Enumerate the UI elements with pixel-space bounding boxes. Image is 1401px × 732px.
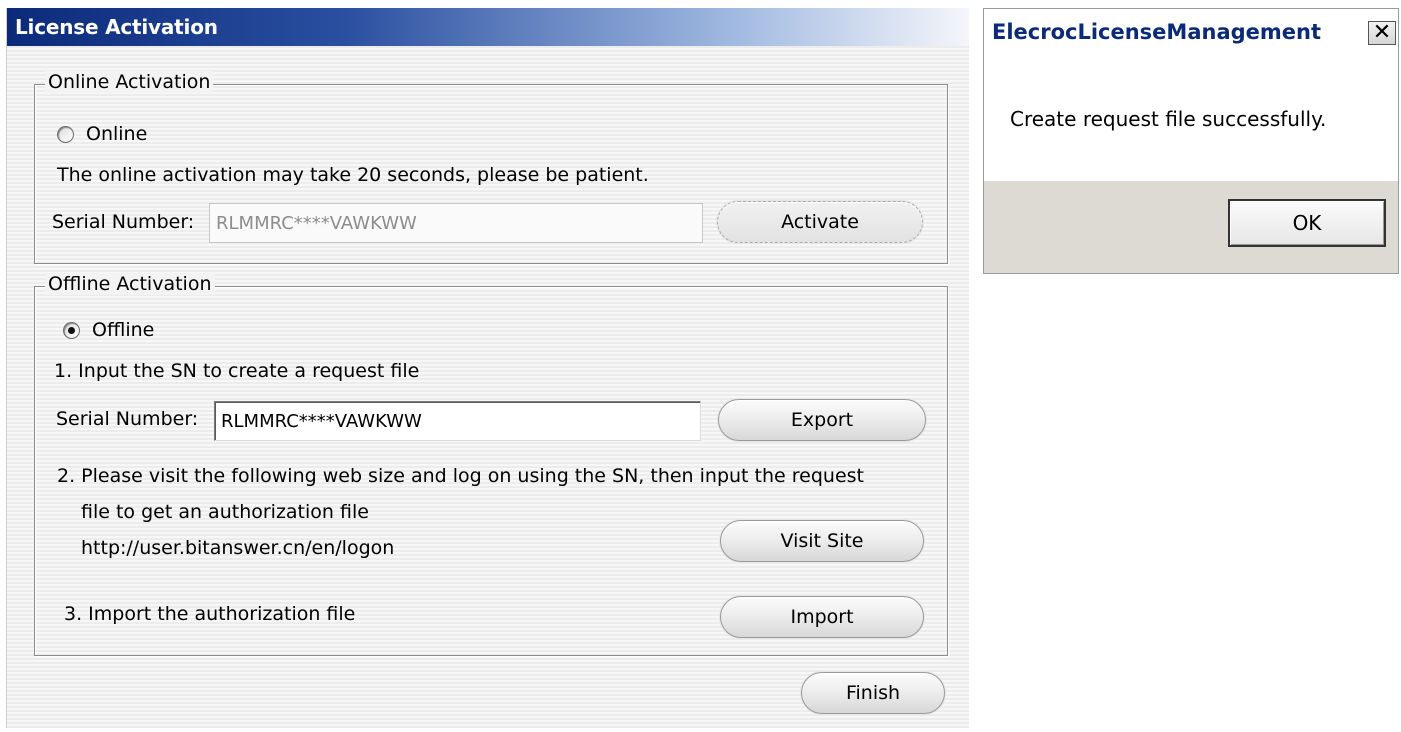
offline-radio-label: Offline (92, 319, 155, 341)
activation-site-url: http://user.bitanswer.cn/en/logon (81, 537, 395, 559)
step-2-text-line-1: 2. Please visit the following web size a… (57, 465, 864, 487)
offline-radio-button[interactable] (63, 321, 80, 339)
offline-serial-input[interactable] (214, 401, 701, 441)
online-radio-label: Online (86, 123, 148, 145)
message-text: Create request file successfully. (1010, 107, 1327, 131)
online-radio-button[interactable] (57, 125, 74, 143)
step-1-text: 1. Input the SN to create a request file (54, 360, 420, 382)
window-title: License Activation (15, 15, 218, 39)
message-dialog-title-bar[interactable]: ElecrocLicenseManagement ✕ (984, 9, 1398, 55)
offline-activation-legend: Offline Activation (45, 273, 215, 295)
license-activation-window: License Activation Online Activation Onl… (6, 8, 969, 728)
offline-activation-group: Offline Activation Offline 1. Input the … (34, 273, 948, 656)
import-button[interactable]: Import (720, 596, 924, 638)
online-activation-legend: Online Activation (45, 71, 214, 93)
online-activation-note: The online activation may take 20 second… (57, 164, 649, 186)
online-serial-input[interactable] (209, 203, 703, 243)
close-icon[interactable]: ✕ (1368, 21, 1396, 45)
title-bar[interactable]: License Activation (7, 8, 969, 46)
finish-button[interactable]: Finish (801, 672, 945, 714)
message-dialog-title: ElecrocLicenseManagement (992, 20, 1322, 44)
activate-button[interactable]: Activate (717, 201, 923, 243)
export-button[interactable]: Export (718, 399, 926, 441)
step-2-text-line-2: file to get an authorization file (81, 501, 369, 523)
ok-button[interactable]: OK (1228, 199, 1386, 247)
online-serial-label: Serial Number: (52, 211, 195, 233)
online-activation-group: Online Activation Online The online acti… (34, 71, 948, 264)
offline-radio-option[interactable]: Offline (63, 319, 154, 341)
online-radio-option[interactable]: Online (57, 123, 147, 145)
step-3-text: 3. Import the authorization file (64, 603, 356, 625)
message-dialog-footer: OK (984, 181, 1398, 273)
visit-site-button[interactable]: Visit Site (720, 520, 924, 562)
message-dialog-body: Create request file successfully. (984, 55, 1398, 181)
offline-serial-label: Serial Number: (56, 408, 199, 430)
message-dialog: ElecrocLicenseManagement ✕ Create reques… (983, 8, 1399, 274)
